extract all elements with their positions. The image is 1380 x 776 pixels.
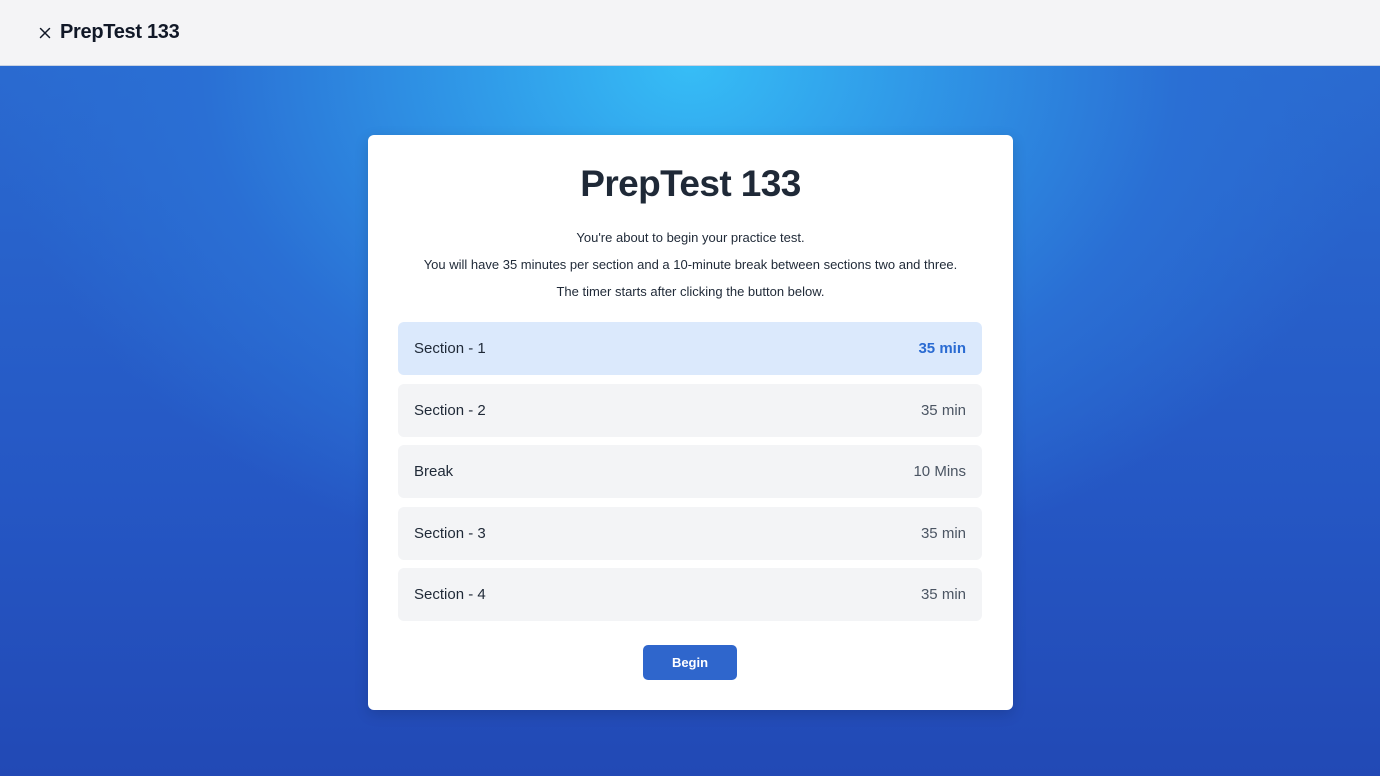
section-row-1[interactable]: Section - 1 35 min xyxy=(398,322,982,375)
section-row-4[interactable]: Section - 4 35 min xyxy=(398,568,982,621)
section-list: Section - 1 35 min Section - 2 35 min Br… xyxy=(398,322,982,630)
break-row[interactable]: Break 10 Mins xyxy=(398,445,982,498)
close-icon xyxy=(39,27,51,38)
header-title: PrepTest 133 xyxy=(60,21,180,43)
section-label: Section - 1 xyxy=(414,340,486,357)
section-row-2[interactable]: Section - 2 35 min xyxy=(398,383,982,437)
description-line-3: The timer starts after clicking the butt… xyxy=(556,284,825,299)
section-time: 35 min xyxy=(920,586,966,603)
section-label: Section - 4 xyxy=(414,586,486,603)
section-time: 35 min xyxy=(918,340,966,357)
description-line-1: You're about to begin your practice test… xyxy=(576,230,805,245)
card-title: PrepTest 133 xyxy=(580,163,801,204)
section-row-3[interactable]: Section - 3 35 min xyxy=(398,506,982,560)
section-label: Section - 3 xyxy=(414,524,486,542)
section-label: Break xyxy=(414,463,454,480)
section-time: 35 min xyxy=(920,524,966,542)
close-button[interactable] xyxy=(37,25,53,41)
begin-button[interactable]: Begin xyxy=(643,645,737,680)
test-intro-card: PrepTest 133 You're about to begin your … xyxy=(368,135,1013,710)
section-time: 10 Mins xyxy=(913,463,966,480)
top-bar: PrepTest 133 xyxy=(0,0,1380,66)
section-label: Section - 2 xyxy=(414,401,486,419)
description-line-2: You will have 35 minutes per section and… xyxy=(423,257,958,272)
section-time: 35 min xyxy=(920,401,966,419)
